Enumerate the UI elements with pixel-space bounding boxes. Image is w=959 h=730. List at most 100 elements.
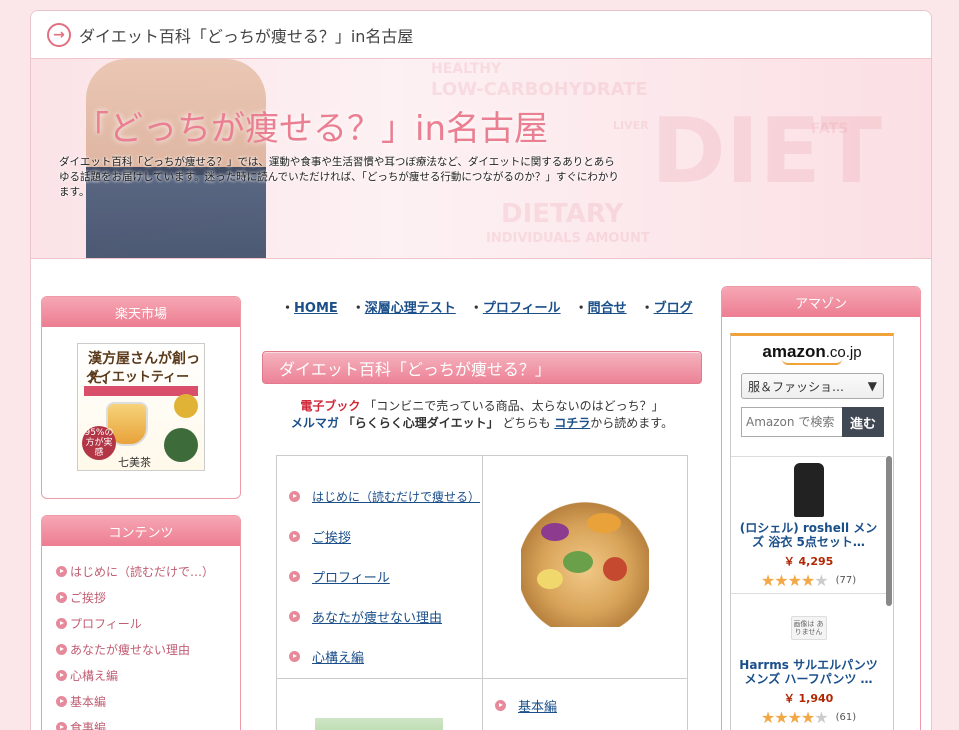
caret-down-icon: ▼ — [867, 379, 877, 393]
nav-item-blog: ・ブログ — [640, 301, 693, 316]
rakuten-box: 楽天市場 漢方屋さんが創った、 ダイエットティー 95%の方が実感 七美茶 — [41, 296, 241, 499]
title-bar: → ダイエット百科「どっちが痩せる？」in名古屋 — [31, 11, 931, 59]
grid-link-item: あなたが痩せない理由 — [289, 596, 480, 636]
arrow-bullet-icon — [289, 610, 300, 622]
grid-link-basics[interactable]: 基本編 — [518, 696, 557, 715]
arrow-bullet-icon — [56, 617, 67, 629]
grid-link[interactable]: あなたが痩せない理由 — [312, 607, 442, 626]
vegetable-chips-image — [521, 499, 649, 627]
grid-link-item: プロフィール — [289, 556, 480, 596]
grid-link[interactable]: はじめに（読むだけで痩せる） — [312, 488, 480, 505]
arrow-bullet-icon — [56, 721, 67, 730]
banner-bg-word: DIETARY — [501, 199, 624, 229]
banner-bg-word: INDIVIDUALS AMOUNT — [486, 231, 650, 246]
kochira-link[interactable]: コチラ — [554, 416, 590, 430]
contents-list: はじめに（読むだけで…） ご挨拶 プロフィール あなたが痩せない理由 心構え編 … — [42, 546, 240, 730]
grid-link-item: 心構え編 — [289, 636, 480, 676]
star-rating-icon: ★★★★★ — [760, 708, 829, 727]
banner-bg-word: HEALTHY — [431, 61, 502, 77]
nav-link-contact[interactable]: 問合せ — [588, 301, 627, 316]
arrow-bullet-icon — [289, 530, 300, 542]
review-count[interactable]: (61) — [836, 712, 857, 723]
amazon-heading: アマゾン — [722, 287, 920, 317]
grid-divider — [277, 678, 687, 679]
contents-item-label: ご挨拶 — [70, 590, 107, 605]
rakuten-heading: 楽天市場 — [42, 297, 240, 327]
amazon-search: 進む — [741, 407, 893, 437]
grid-link-item: はじめに（読むだけで痩せる） — [289, 476, 480, 516]
contents-item-label: 基本編 — [70, 694, 107, 709]
arrow-bullet-icon — [289, 490, 300, 502]
nav-item-profile: ・プロフィール — [469, 301, 561, 316]
grid-link[interactable]: プロフィール — [312, 567, 390, 586]
page-container: → ダイエット百科「どっちが痩せる？」in名古屋 HEALTHY LOW-CAR… — [30, 10, 932, 730]
amazon-product-list: (ロシェル) roshell メンズ 浴衣 5点セット… ￥ 4,295 ★★★… — [731, 456, 886, 730]
product-name[interactable]: (ロシェル) roshell メンズ 浴衣 5点セット… — [731, 517, 886, 549]
rakuten-ad-image[interactable]: 漢方屋さんが創った、 ダイエットティー 95%の方が実感 七美茶 — [77, 343, 205, 471]
arrow-bullet-icon — [289, 570, 300, 582]
nav-item-contact: ・問合せ — [574, 301, 627, 316]
nav-link-blog[interactable]: ブログ — [654, 301, 693, 316]
amazon-category-value: 服＆ファッショ… — [748, 379, 845, 394]
arrow-bullet-icon — [495, 700, 506, 711]
amazon-box: アマゾン amazon.co.jp 服＆ファッショ… ▼ 進む (ロシェル) r… — [721, 286, 921, 730]
arrow-bullet-icon — [56, 695, 67, 707]
amazon-product[interactable]: 画像は ありません Harrms サルエルパンツ メンズ ハーフパンツ … ￥ … — [731, 616, 886, 730]
review-count[interactable]: (77) — [836, 575, 857, 586]
amazon-search-button[interactable]: 進む — [842, 407, 884, 437]
amazon-logo[interactable]: amazon.co.jp — [731, 342, 893, 362]
contents-item-label: あなたが痩せない理由 — [70, 642, 191, 657]
contents-item[interactable]: ご挨拶 — [56, 584, 240, 610]
amazon-logo-suffix: .co.jp — [825, 344, 862, 361]
grid-link[interactable]: 心構え編 — [312, 647, 364, 666]
yukata-product-image — [793, 463, 824, 517]
arrow-bullet-icon — [56, 643, 67, 655]
product-rating: ★★★★★ (77) — [731, 571, 886, 590]
nav-link-home[interactable]: HOME — [294, 301, 338, 316]
contents-heading: コンテンツ — [42, 516, 240, 546]
medal-icon — [174, 394, 198, 418]
nav-link-profile[interactable]: プロフィール — [483, 301, 561, 316]
amazon-logo-text: amazon — [762, 342, 826, 361]
product-name[interactable]: Harrms サルエルパンツ メンズ ハーフパンツ … — [731, 654, 886, 686]
product-rating: ★★★★★ (61) — [731, 708, 886, 727]
grid-link[interactable]: ご挨拶 — [312, 527, 351, 546]
contents-item[interactable]: 基本編 — [56, 688, 240, 714]
star-rating-icon: ★★★★★ — [760, 571, 829, 590]
banner-bg-word: DIET — [651, 99, 883, 204]
arrow-bullet-icon — [56, 591, 67, 603]
grid-link-item: 基本編 — [495, 696, 557, 715]
contents-item[interactable]: 食事編 — [56, 714, 240, 730]
contents-item[interactable]: プロフィール — [56, 610, 240, 636]
ad-badge: 95%の方が実感 — [82, 426, 116, 460]
amazon-category-select[interactable]: 服＆ファッショ… ▼ — [741, 373, 884, 399]
amazon-search-input[interactable] — [741, 407, 842, 437]
grid-link-list: はじめに（読むだけで痩せる） ご挨拶 プロフィール あなたが痩せない理由 心構え… — [289, 476, 480, 676]
section-title: ダイエット百科「どっちが痩せる？」 — [262, 351, 702, 384]
contents-item[interactable]: あなたが痩せない理由 — [56, 636, 240, 662]
intro-tail-prefix: どちらも — [502, 416, 551, 430]
contents-item[interactable]: 心構え編 — [56, 662, 240, 688]
intro-tail-suffix: から読めます。 — [590, 416, 674, 430]
arrow-bullet-icon — [289, 650, 300, 662]
product-price: ￥ 1,940 — [783, 692, 834, 705]
intro-text: 電子ブック 「コンビニで売っている商品、太らないのはどっち？」 メルマガ 「らく… — [262, 398, 702, 432]
banner-bg-word: LIVER — [613, 119, 649, 132]
header-banner: HEALTHY LOW-CARBOHYDRATE DIETARY INDIVID… — [31, 59, 931, 259]
nav-link-psych-test[interactable]: 深層心理テスト — [365, 301, 456, 316]
ad-badge-2 — [164, 428, 198, 462]
banner-description: ダイエット百科「どっちが痩せる？」では、運動や食事や生活習慣や耳つぼ療法など、ダ… — [59, 156, 619, 198]
banner-bg-word: FATS — [811, 121, 849, 137]
contents-item[interactable]: はじめに（読むだけで…） — [56, 558, 240, 584]
amazon-product[interactable]: (ロシェル) roshell メンズ 浴衣 5点セット… ￥ 4,295 ★★★… — [731, 463, 886, 594]
arrow-bullet-icon — [56, 669, 67, 681]
ebook-label: 電子ブック — [300, 399, 361, 413]
scrollbar-thumb[interactable] — [886, 456, 892, 606]
mailmag-title: 「らくらく心理ダイエット」 — [342, 416, 499, 430]
grid-link-item: ご挨拶 — [289, 516, 480, 556]
nav-item-psych-test: ・深層心理テスト — [351, 301, 456, 316]
ad-footer: 七美茶 — [118, 456, 151, 469]
arrow-right-icon: → — [47, 22, 71, 47]
banner-title: 「どっちが痩せる？」in名古屋 — [75, 109, 548, 149]
contents-box: コンテンツ はじめに（読むだけで…） ご挨拶 プロフィール あなたが痩せない理由… — [41, 515, 241, 730]
